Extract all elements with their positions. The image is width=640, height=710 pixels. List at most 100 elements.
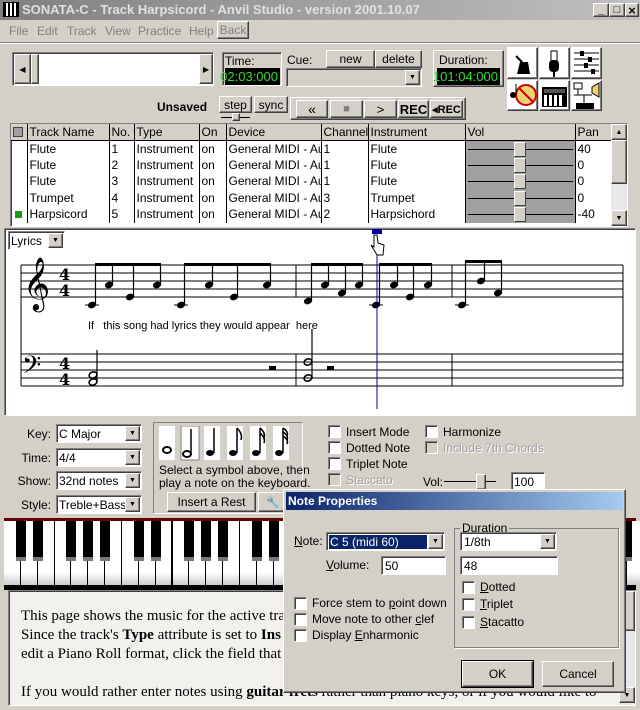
scroll-down-button[interactable]: ▼ bbox=[611, 210, 627, 226]
cell-pan[interactable]: 40 bbox=[575, 140, 612, 157]
ticks-input[interactable]: 48 bbox=[460, 556, 558, 575]
record-from-start-button[interactable]: ◂REC bbox=[430, 100, 463, 118]
cell-type[interactable]: Instrument bbox=[134, 156, 200, 173]
style-select[interactable]: Treble+Bass ▼ bbox=[56, 495, 142, 514]
move-clef-checkbox[interactable] bbox=[294, 613, 307, 626]
mixer-icon[interactable] bbox=[571, 47, 602, 79]
cell-no[interactable]: 2 bbox=[109, 156, 135, 173]
vol-input[interactable]: 100 bbox=[511, 472, 545, 490]
chevron-down-icon[interactable]: ▼ bbox=[125, 450, 140, 465]
cell-instrument[interactable]: Flute bbox=[368, 173, 466, 190]
stop-button[interactable]: ■ bbox=[330, 100, 363, 118]
cell-on[interactable]: on bbox=[199, 140, 227, 157]
black-key[interactable] bbox=[133, 521, 144, 561]
cell-channel[interactable]: 1 bbox=[321, 173, 369, 190]
black-key[interactable] bbox=[218, 521, 229, 561]
black-key[interactable] bbox=[184, 521, 195, 561]
cell-on[interactable]: on bbox=[199, 156, 227, 173]
black-key[interactable] bbox=[150, 521, 161, 561]
vol-slider[interactable] bbox=[465, 173, 576, 190]
show-select[interactable]: 32nd notes ▼ bbox=[56, 471, 142, 490]
cell-name[interactable]: Flute bbox=[27, 140, 110, 157]
cell-name[interactable]: Flute bbox=[27, 173, 110, 190]
cell-name[interactable]: Flute bbox=[27, 156, 110, 173]
cell-on[interactable]: on bbox=[199, 189, 227, 206]
cell-device[interactable]: General MIDI - Aur bbox=[226, 189, 322, 206]
table-row[interactable]: Flute 1 Instrument on General MIDI - Aur 1 Flu… bbox=[11, 140, 612, 157]
cue-new-button[interactable]: new bbox=[326, 50, 375, 68]
menu-help[interactable]: Help bbox=[189, 24, 214, 38]
enharmonic-checkbox[interactable] bbox=[294, 629, 307, 642]
minimize-button[interactable]: _ bbox=[593, 3, 609, 17]
cell-device[interactable]: General MIDI - Aur bbox=[226, 156, 322, 173]
triplet-note-checkbox[interactable] bbox=[328, 457, 341, 470]
sync-button[interactable]: sync bbox=[254, 96, 288, 113]
cell-instrument[interactable]: Flute bbox=[368, 140, 466, 157]
col-pan[interactable]: Pan bbox=[575, 124, 612, 141]
cell-channel[interactable]: 3 bbox=[321, 189, 369, 206]
cell-pan[interactable]: 0 bbox=[575, 173, 612, 190]
col-no[interactable]: No. bbox=[109, 124, 135, 141]
cell-instrument[interactable]: Harpsichord bbox=[368, 206, 466, 223]
cell-pan[interactable]: 0 bbox=[575, 189, 612, 206]
menu-view[interactable]: View bbox=[105, 24, 131, 38]
cell-no[interactable]: 1 bbox=[109, 140, 135, 157]
scroll-right-button[interactable]: ▶ bbox=[199, 54, 213, 84]
black-key[interactable] bbox=[15, 521, 26, 561]
menu-file[interactable]: File bbox=[9, 24, 28, 38]
metronome-icon[interactable] bbox=[507, 47, 538, 79]
black-key[interactable] bbox=[201, 521, 212, 561]
menu-edit[interactable]: Edit bbox=[37, 24, 58, 38]
volume-input[interactable]: 50 bbox=[381, 556, 446, 575]
cell-instrument[interactable]: Trumpet bbox=[368, 189, 466, 206]
cell-no[interactable]: 5 bbox=[109, 206, 135, 223]
chevron-down-icon[interactable]: ▼ bbox=[540, 534, 555, 549]
cell-channel[interactable]: 2 bbox=[321, 206, 369, 223]
scroll-left-button[interactable]: ◀ bbox=[14, 54, 31, 84]
vol-slider[interactable] bbox=[444, 474, 496, 490]
menu-track[interactable]: Track bbox=[67, 24, 97, 38]
key-select[interactable]: C Major ▼ bbox=[56, 424, 142, 443]
rewind-button[interactable]: « bbox=[296, 100, 328, 118]
cell-device[interactable]: General MIDI - Aur bbox=[226, 206, 322, 223]
cell-channel[interactable]: 1 bbox=[321, 140, 369, 157]
cell-pan[interactable]: -40 bbox=[575, 206, 612, 223]
chevron-down-icon[interactable]: ▼ bbox=[125, 497, 140, 512]
time-sig-select[interactable]: 4/4 ▼ bbox=[56, 448, 142, 467]
black-key[interactable] bbox=[32, 521, 43, 561]
col-type[interactable]: Type bbox=[134, 124, 200, 141]
col-on[interactable]: On bbox=[199, 124, 227, 141]
cell-on[interactable]: on bbox=[199, 206, 227, 223]
col-channel[interactable]: Channel bbox=[321, 124, 369, 141]
black-key[interactable] bbox=[83, 521, 94, 561]
table-row[interactable]: Trumpet 4 Instrument on General MIDI - Aur 3 T… bbox=[11, 189, 612, 206]
vol-slider[interactable] bbox=[465, 206, 576, 223]
menu-practice[interactable]: Practice bbox=[138, 24, 181, 38]
keyboard-icon[interactable] bbox=[539, 80, 570, 111]
track-scrollbar[interactable]: ▲ ▼ bbox=[611, 124, 627, 226]
scroll-thumb[interactable] bbox=[611, 140, 627, 184]
triplet-checkbox[interactable] bbox=[462, 598, 475, 611]
insert-rest-button[interactable]: Insert a Rest bbox=[167, 492, 256, 512]
step-button[interactable]: step bbox=[219, 96, 252, 113]
col-track-name[interactable]: Track Name bbox=[27, 124, 110, 141]
col-vol[interactable]: Vol bbox=[465, 124, 576, 141]
cell-type[interactable]: Instrument bbox=[134, 173, 200, 190]
vol-slider[interactable] bbox=[465, 140, 576, 157]
chevron-down-icon[interactable]: ▼ bbox=[125, 426, 140, 441]
cell-pan[interactable]: 0 bbox=[575, 156, 612, 173]
cell-name[interactable]: Harpsicord bbox=[27, 206, 110, 223]
microphone-icon[interactable] bbox=[539, 47, 570, 79]
cell-device[interactable]: General MIDI - Aur bbox=[226, 173, 322, 190]
table-row[interactable]: Harpsicord 5 Instrument on General MIDI - Au… bbox=[11, 206, 612, 223]
cell-instrument[interactable]: Flute bbox=[368, 156, 466, 173]
cell-type[interactable]: Instrument bbox=[134, 206, 200, 223]
scroll-up-button[interactable]: ▲ bbox=[611, 124, 627, 140]
note-symbols[interactable] bbox=[159, 426, 301, 462]
harmonize-checkbox[interactable] bbox=[425, 425, 438, 438]
select-all-checkbox[interactable] bbox=[11, 124, 28, 141]
record-button[interactable]: REC bbox=[398, 100, 429, 118]
stacatto-checkbox[interactable] bbox=[462, 616, 475, 629]
dotted-checkbox[interactable] bbox=[462, 581, 475, 594]
black-key[interactable] bbox=[100, 521, 111, 561]
